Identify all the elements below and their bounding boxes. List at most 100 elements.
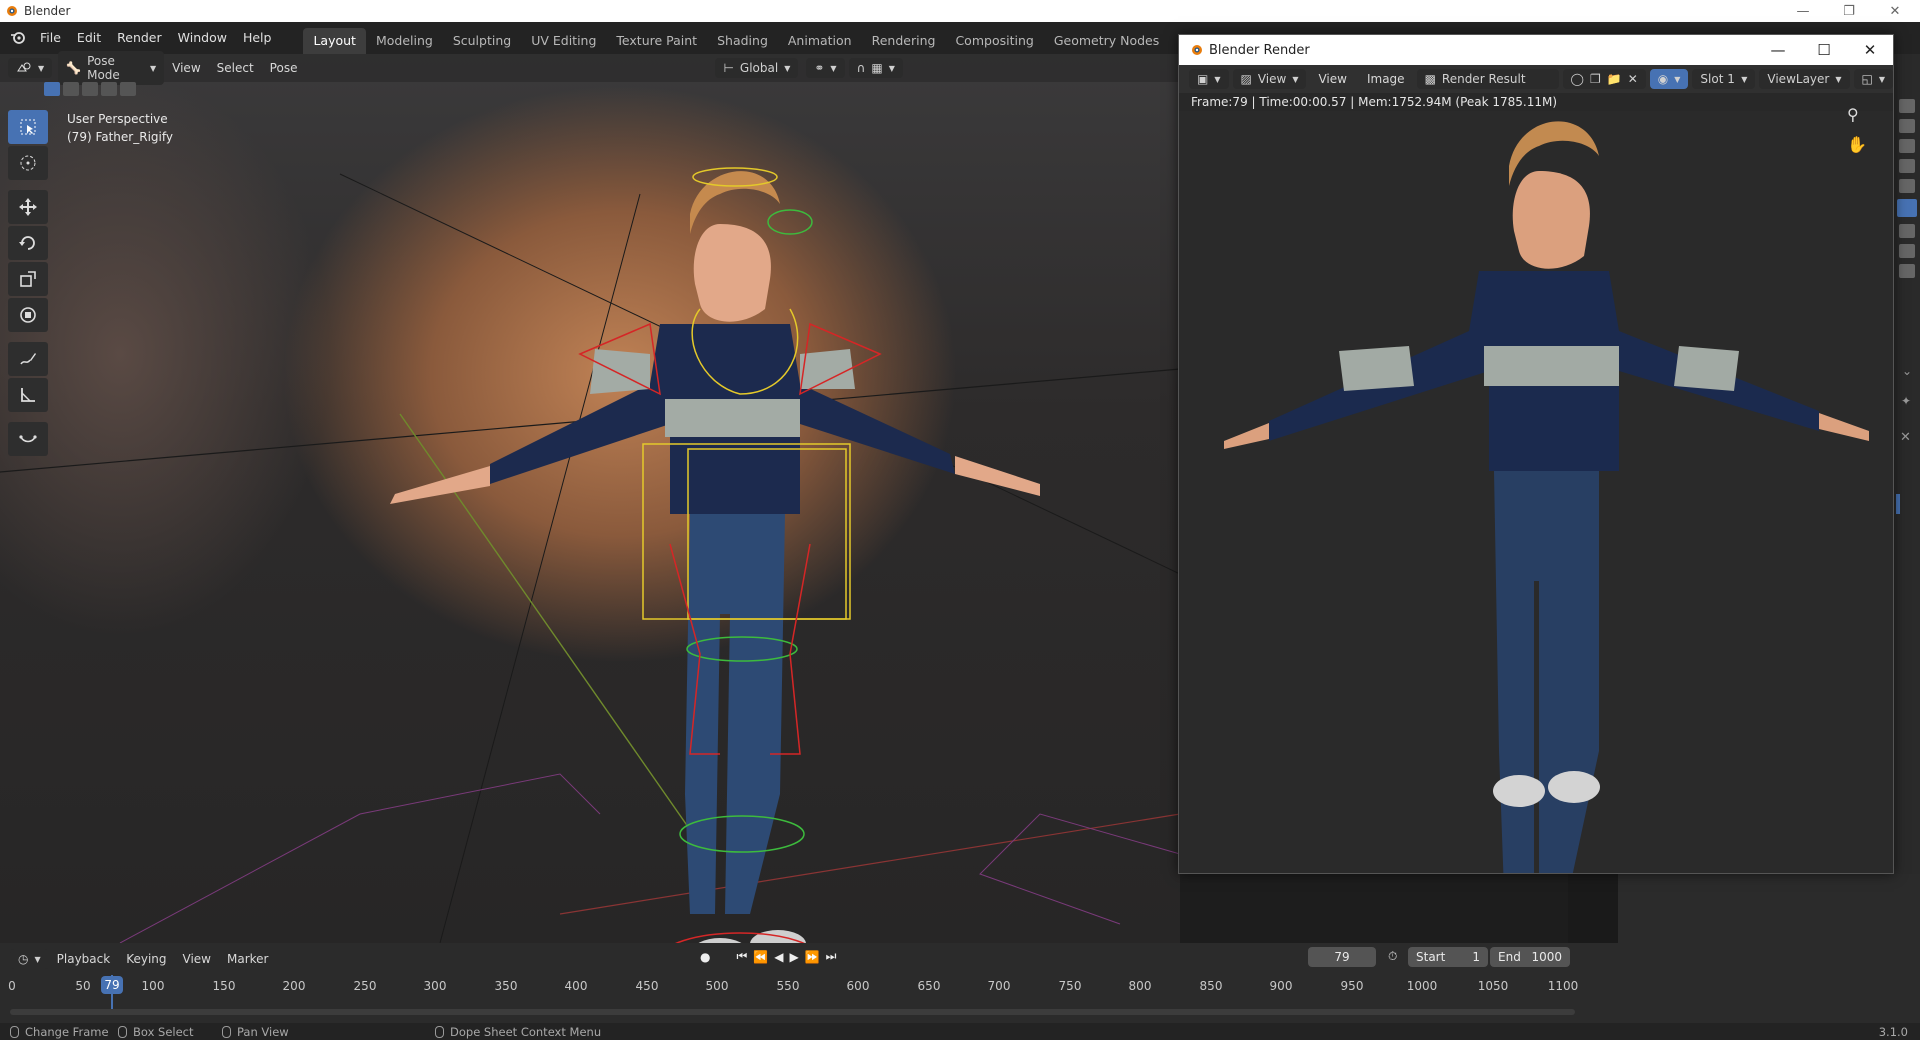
chevron-down-icon: ▼: [1214, 74, 1221, 84]
mode-dropdown[interactable]: 🦴 Pose Mode ▼: [58, 51, 165, 85]
output-tab-icon[interactable]: [1899, 119, 1915, 133]
render-tab-icon[interactable]: [1899, 99, 1915, 113]
mouse-right-icon: [435, 1025, 444, 1038]
view-layer-dropdown[interactable]: ViewLayer ▼: [1759, 69, 1850, 89]
tick-label: 100: [141, 979, 165, 993]
object-tab-icon[interactable]: [1897, 199, 1917, 217]
menu-keying[interactable]: Keying: [118, 952, 174, 966]
pivot-dropdown[interactable]: ⚭ ▼: [806, 58, 845, 78]
play-icon[interactable]: ▶: [789, 950, 798, 964]
zoom-icon[interactable]: ⚲: [1847, 105, 1859, 124]
tab-uv-editing[interactable]: UV Editing: [521, 28, 606, 54]
menu-pose[interactable]: Pose: [262, 61, 306, 75]
3d-viewport[interactable]: User Perspective (79) Father_Rigify: [0, 54, 1180, 943]
timeline-scrollbar[interactable]: [10, 1009, 1575, 1015]
record-icon[interactable]: ●: [700, 950, 710, 964]
timeline-editor-type-dropdown[interactable]: ◷ ▼: [10, 949, 49, 969]
scene-tab-icon[interactable]: [1899, 159, 1915, 173]
menu-window[interactable]: Window: [170, 22, 235, 54]
image-actions[interactable]: ◯ ❐ 📁 ✕: [1562, 69, 1646, 89]
tab-shading[interactable]: Shading: [707, 28, 778, 54]
tab-modeling[interactable]: Modeling: [366, 28, 443, 54]
menu-marker[interactable]: Marker: [219, 952, 276, 966]
render-close-button[interactable]: ✕: [1847, 35, 1893, 65]
select-extend-icon[interactable]: [63, 82, 79, 96]
render-maximize-button[interactable]: ☐: [1801, 35, 1847, 65]
prev-keyframe-icon[interactable]: ⏪: [753, 950, 768, 964]
scroll-indicator[interactable]: [1896, 494, 1900, 514]
gizmo-dropdown[interactable]: ◱ ▼: [1853, 69, 1893, 89]
end-frame-field[interactable]: End 1000: [1490, 947, 1570, 967]
minimize-button[interactable]: —: [1780, 0, 1826, 22]
tab-sculpting[interactable]: Sculpting: [443, 28, 521, 54]
modifier-tab-icon[interactable]: [1899, 224, 1915, 238]
tick-label: 650: [917, 979, 941, 993]
tab-compositing[interactable]: Compositing: [945, 28, 1043, 54]
menu-help[interactable]: Help: [235, 22, 280, 54]
scale-tool[interactable]: [8, 262, 48, 296]
menu-playback[interactable]: Playback: [49, 952, 119, 966]
image-browse-dropdown[interactable]: ▩ Render Result: [1416, 69, 1559, 89]
select-box-tool[interactable]: [8, 110, 48, 144]
restore-button[interactable]: ❐: [1826, 0, 1872, 22]
current-frame-field[interactable]: 79: [1308, 947, 1376, 967]
menu-view[interactable]: View: [175, 952, 219, 966]
snap-dropdown[interactable]: ∩ ▦ ▼: [848, 58, 903, 78]
bone-envelope-icon: [19, 435, 37, 443]
tab-rendering[interactable]: Rendering: [862, 28, 946, 54]
select-new-icon[interactable]: [44, 82, 60, 96]
world-tab-icon[interactable]: [1899, 179, 1915, 193]
physics-tab-icon[interactable]: [1899, 244, 1915, 258]
menu-edit[interactable]: Edit: [69, 22, 109, 54]
constraint-tab-icon[interactable]: [1899, 264, 1915, 278]
display-channels-dropdown[interactable]: ◉ ▼: [1649, 69, 1689, 89]
select-intersect-icon[interactable]: [120, 82, 136, 96]
select-subtract-icon[interactable]: [82, 82, 98, 96]
menu-image[interactable]: Image: [1359, 72, 1413, 86]
frame-ruler[interactable]: 0 50 100 150 200 250 300 350 400 450 500…: [0, 975, 1618, 1011]
menu-view[interactable]: View: [1310, 72, 1354, 86]
menu-render[interactable]: Render: [109, 22, 170, 54]
image-editor-type-dropdown[interactable]: ▣ ▼: [1189, 69, 1229, 89]
start-frame-field[interactable]: Start 1: [1408, 947, 1488, 967]
pin-icon[interactable]: ✦: [1901, 394, 1911, 408]
slot-label: Slot 1: [1700, 72, 1735, 86]
view-mode-dropdown[interactable]: ▨ View ▼: [1232, 69, 1307, 89]
playhead-marker[interactable]: 79: [101, 976, 123, 994]
next-keyframe-icon[interactable]: ⏩: [805, 950, 820, 964]
measure-tool[interactable]: [8, 378, 48, 412]
bone-envelope-tool[interactable]: [8, 422, 48, 456]
tab-texture-paint[interactable]: Texture Paint: [606, 28, 707, 54]
select-invert-icon[interactable]: [101, 82, 117, 96]
view-layer-tab-icon[interactable]: [1899, 139, 1915, 153]
move-tool[interactable]: [8, 190, 48, 224]
close-button[interactable]: ✕: [1872, 0, 1918, 22]
tab-geometry-nodes[interactable]: Geometry Nodes: [1044, 28, 1169, 54]
editor-type-dropdown[interactable]: ▼: [8, 58, 53, 78]
tab-layout[interactable]: Layout: [303, 28, 366, 54]
orientation-dropdown[interactable]: ⊢ Global ▼: [715, 58, 799, 78]
play-reverse-icon[interactable]: ◀: [774, 950, 783, 964]
transform-tool[interactable]: [8, 298, 48, 332]
render-minimize-button[interactable]: —: [1755, 35, 1801, 65]
menu-view[interactable]: View: [164, 61, 208, 75]
collapse-icon[interactable]: ⌄: [1902, 364, 1912, 378]
pan-hand-icon[interactable]: ✋: [1847, 135, 1867, 154]
blender-menu-icon[interactable]: [10, 31, 26, 45]
rotate-tool[interactable]: [8, 226, 48, 260]
menu-file[interactable]: File: [32, 22, 69, 54]
stopwatch-icon[interactable]: ⏱: [1388, 949, 1397, 964]
status-hint: Change Frame: [25, 1024, 109, 1039]
close-icon[interactable]: ✕: [1900, 430, 1911, 445]
slot-dropdown[interactable]: Slot 1 ▼: [1692, 69, 1756, 89]
render-result-canvas[interactable]: ⚲ ✋: [1179, 105, 1893, 891]
annotate-tool[interactable]: [8, 342, 48, 376]
cursor-tool[interactable]: [8, 146, 48, 180]
chevron-down-icon: ▼: [1878, 74, 1885, 84]
tab-animation[interactable]: Animation: [778, 28, 862, 54]
menu-select[interactable]: Select: [209, 61, 262, 75]
jump-start-icon[interactable]: ⏮: [736, 949, 747, 964]
tick-label: 200: [282, 979, 306, 993]
jump-end-icon[interactable]: ⏭: [826, 949, 837, 964]
version-label: 3.1.0: [1878, 1025, 1908, 1039]
